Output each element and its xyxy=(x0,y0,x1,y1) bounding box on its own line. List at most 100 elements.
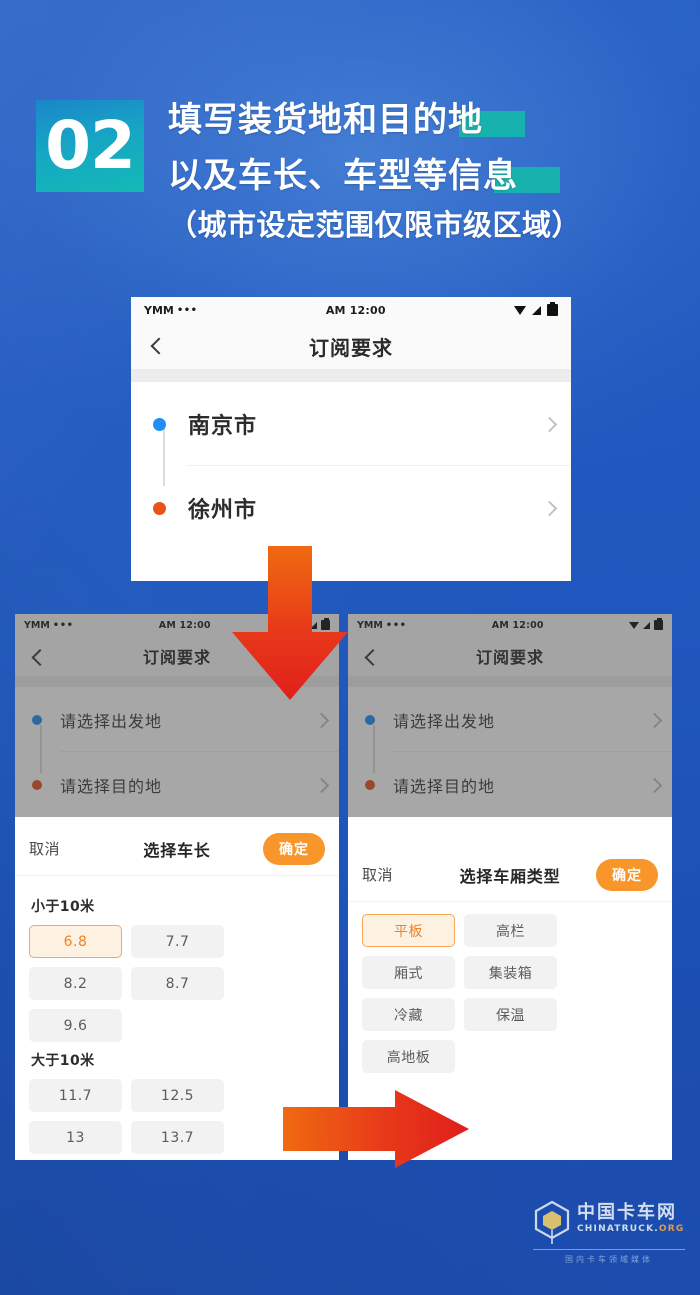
wifi-icon xyxy=(514,305,526,315)
step-number-label: 02 xyxy=(45,107,136,184)
arrow-right-icon xyxy=(283,1090,469,1168)
chevron-right-icon xyxy=(543,418,555,430)
chip-grid-over-10m: 11.7 12.5 13 13.7 15 16 17.5 xyxy=(29,1079,325,1160)
carriage-option-chip[interactable]: 厢式 xyxy=(362,956,455,989)
status-bar: YMM ••• AM 12:00 xyxy=(348,614,672,636)
origin-placeholder: 请选择出发地 xyxy=(60,711,163,731)
header-banner: 02 填写装货地和目的地 以及车长、车型等信息 （城市设定范围仅限市级区域） xyxy=(0,78,700,268)
origin-dot-icon xyxy=(365,714,375,725)
carrier-label: YMM xyxy=(24,619,50,631)
page-title: 订阅要求 xyxy=(309,335,393,360)
phone-screen-route-filled: YMM ••• AM 12:00 订阅要求 南京市 徐州市 xyxy=(131,297,571,581)
sheet-body: 平板 高栏 厢式 集装箱 冷藏 保温 高地板 xyxy=(348,902,672,1087)
origin-dot-icon xyxy=(153,417,166,431)
carriage-option-chip[interactable]: 平板 xyxy=(362,914,455,947)
route-row-destination[interactable]: 请选择目的地 xyxy=(15,752,339,817)
header-title-line-2-text: 以及车长、车型等信息 xyxy=(168,155,518,196)
chevron-right-icon xyxy=(315,779,327,791)
page-title: 订阅要求 xyxy=(475,648,544,667)
origin-dot-icon xyxy=(32,714,42,725)
chevron-left-icon[interactable] xyxy=(147,336,167,356)
origin-label: 南京市 xyxy=(188,414,258,439)
status-carrier: YMM ••• xyxy=(24,620,73,631)
carriage-option-chip[interactable]: 高地板 xyxy=(362,1040,455,1073)
status-icons xyxy=(514,302,558,316)
status-carrier: YMM ••• xyxy=(144,304,198,317)
length-option-chip[interactable]: 6.8 xyxy=(29,925,122,958)
chevron-right-icon xyxy=(648,779,660,791)
list-divider xyxy=(131,369,571,382)
watermark-domain-prefix: CHINATRUCK. xyxy=(577,1224,659,1234)
header-subtitle: （城市设定范围仅限市级区域） xyxy=(168,208,582,242)
watermark-rule xyxy=(533,1249,685,1250)
route-row-origin[interactable]: 南京市 xyxy=(131,382,571,466)
chevron-left-icon[interactable] xyxy=(28,648,45,665)
confirm-button[interactable]: 确定 xyxy=(263,832,325,865)
route-selector: 请选择出发地 请选择目的地 xyxy=(348,687,672,817)
chevron-right-icon xyxy=(543,502,555,514)
chip-grid-under-10m: 6.8 7.7 8.2 8.7 9.6 xyxy=(29,925,325,1042)
wifi-icon xyxy=(629,621,639,629)
nav-bar: 订阅要求 xyxy=(348,636,672,676)
arrow-down-icon xyxy=(232,546,348,700)
destination-placeholder: 请选择目的地 xyxy=(60,776,163,796)
watermark-cn-name: 中国卡车网 xyxy=(577,1202,677,1223)
destination-label: 徐州市 xyxy=(188,498,258,523)
status-icons xyxy=(629,618,663,630)
signal-icon xyxy=(532,305,541,315)
length-option-chip[interactable]: 9.6 xyxy=(29,1009,122,1042)
chevron-left-icon[interactable] xyxy=(361,648,378,665)
header-title-line-1: 填写装货地和目的地 xyxy=(168,94,525,140)
carrier-dots: ••• xyxy=(385,619,407,631)
confirm-button[interactable]: 确定 xyxy=(596,858,658,891)
length-option-chip[interactable]: 13.7 xyxy=(131,1121,224,1154)
carriage-option-chip[interactable]: 保温 xyxy=(464,998,557,1031)
destination-dot-icon xyxy=(365,779,375,790)
length-option-chip[interactable]: 12.5 xyxy=(131,1079,224,1112)
length-option-chip[interactable]: 8.2 xyxy=(29,967,122,1000)
cube-logo-icon xyxy=(534,1200,570,1244)
nav-bar: 订阅要求 xyxy=(131,323,571,369)
carrier-dots: ••• xyxy=(176,304,198,316)
length-option-chip[interactable]: 13 xyxy=(29,1121,122,1154)
status-carrier: YMM ••• xyxy=(357,620,406,631)
length-option-chip[interactable]: 11.7 xyxy=(29,1079,122,1112)
watermark-domain-suffix: ORG xyxy=(658,1224,685,1234)
status-time: AM 12:00 xyxy=(325,303,386,317)
watermark-row: 中国卡车网 CHINATRUCK.ORG xyxy=(533,1200,685,1244)
header-title-line-2: 以及车长、车型等信息 xyxy=(168,150,560,196)
route-selector: 南京市 徐州市 xyxy=(131,382,571,550)
signal-icon xyxy=(643,621,650,629)
destination-dot-icon xyxy=(32,779,42,790)
sheet-header: 取消 选择车长 确定 xyxy=(15,822,339,876)
watermark-chinatruck: 中国卡车网 CHINATRUCK.ORG 国内卡车领域媒体 xyxy=(533,1200,685,1268)
cancel-button[interactable]: 取消 xyxy=(29,838,60,859)
carriage-option-chip[interactable]: 集装箱 xyxy=(464,956,557,989)
sheet-header: 取消 选择车厢类型 确定 xyxy=(348,848,672,902)
battery-icon xyxy=(654,618,663,630)
carriage-option-chip[interactable]: 高栏 xyxy=(464,914,557,947)
length-option-chip[interactable]: 8.7 xyxy=(131,967,224,1000)
route-selector: 请选择出发地 请选择目的地 xyxy=(15,687,339,817)
carriage-option-chip[interactable]: 冷藏 xyxy=(362,998,455,1031)
chip-grid-carriage-type: 平板 高栏 厢式 集装箱 冷藏 保温 高地板 xyxy=(362,914,658,1073)
group-title-under-10m: 小于10米 xyxy=(31,899,95,915)
cancel-button[interactable]: 取消 xyxy=(362,864,393,885)
destination-placeholder: 请选择目的地 xyxy=(393,776,496,796)
watermark-domain: CHINATRUCK.ORG xyxy=(577,1225,684,1234)
battery-icon xyxy=(547,302,558,316)
route-row-origin[interactable]: 请选择出发地 xyxy=(348,687,672,752)
group-title-over-10m: 大于10米 xyxy=(31,1053,95,1069)
length-option-chip[interactable]: 7.7 xyxy=(131,925,224,958)
phone-screen-carriage-type: YMM ••• AM 12:00 订阅要求 请选择出发地 请选择目的地 取消 选… xyxy=(348,614,672,1160)
list-divider xyxy=(348,676,672,687)
status-bar: YMM ••• AM 12:00 xyxy=(131,297,571,323)
status-time: AM 12:00 xyxy=(491,619,544,631)
watermark-text-column: 中国卡车网 CHINATRUCK.ORG xyxy=(577,1200,684,1234)
carrier-dots: ••• xyxy=(52,619,74,631)
route-row-destination[interactable]: 徐州市 xyxy=(131,466,571,550)
page-title: 订阅要求 xyxy=(142,648,211,667)
step-number-badge: 02 xyxy=(36,100,144,192)
header-title-line-1-text: 填写装货地和目的地 xyxy=(168,99,483,140)
route-row-destination[interactable]: 请选择目的地 xyxy=(348,752,672,817)
